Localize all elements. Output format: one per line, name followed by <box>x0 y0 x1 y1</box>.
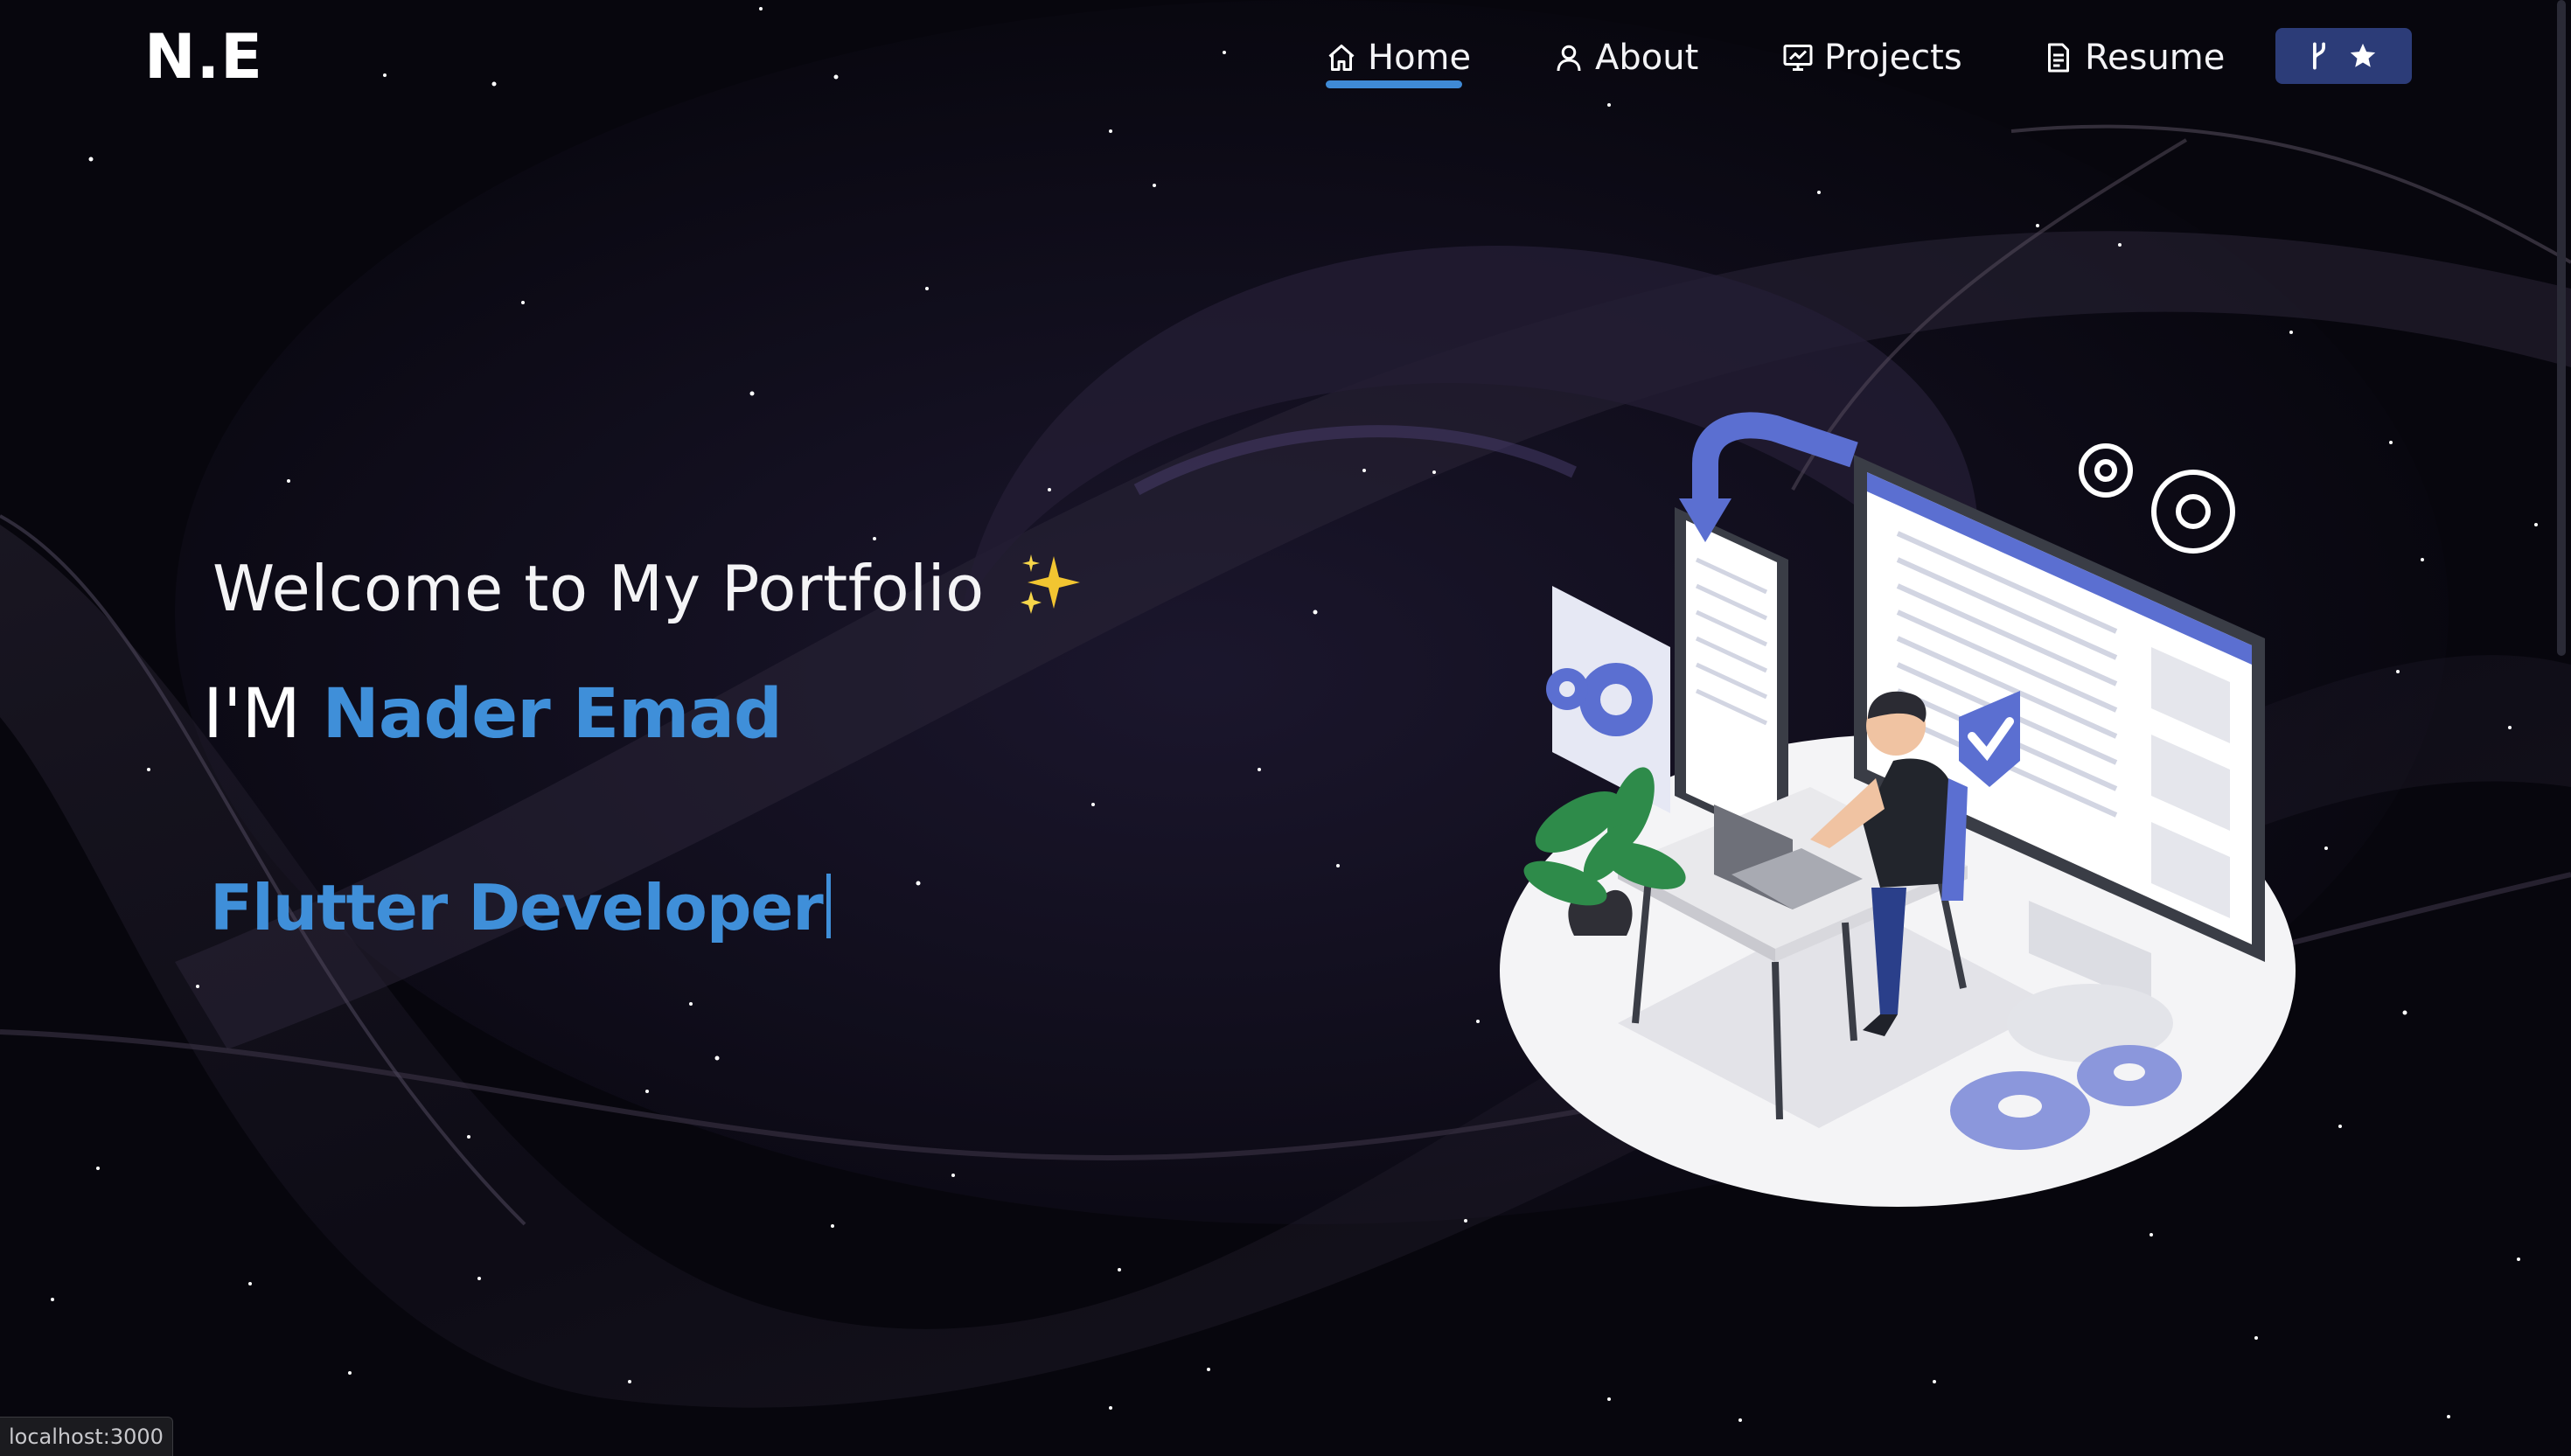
sparkles-icon <box>1021 554 1081 614</box>
nav-home-label: Home <box>1368 38 1472 78</box>
nav-about-label: About <box>1595 38 1699 78</box>
navbar: N.E Home About Projects Resume <box>0 0 2571 122</box>
typewriter-role: Flutter Developer <box>210 871 831 944</box>
star-icon <box>2350 43 2376 67</box>
active-nav-indicator <box>1326 80 1462 88</box>
document-icon <box>2048 43 2069 73</box>
developer-illustration <box>1500 412 2296 1207</box>
role-text: Flutter Developer <box>210 871 824 944</box>
fork-icon <box>2313 42 2325 70</box>
intro-heading: I'M Nader Emad <box>203 675 783 754</box>
page-scrollbar[interactable] <box>2557 0 2566 656</box>
intro-prefix: I'M <box>203 675 301 754</box>
typing-caret <box>826 874 831 938</box>
nav-home[interactable]: Home <box>1326 31 1471 84</box>
nav-projects-label: Projects <box>1824 38 1962 78</box>
nav-about[interactable]: About <box>1553 31 1698 84</box>
nav-projects[interactable]: Projects <box>1782 31 1962 84</box>
welcome-text: Welcome to My Portfolio <box>213 552 985 625</box>
developer-name: Nader Emad <box>322 675 783 754</box>
github-star-button[interactable] <box>2275 28 2412 84</box>
home-icon <box>1328 45 1355 71</box>
welcome-heading: Welcome to My Portfolio <box>213 549 1085 625</box>
nav-resume-label: Resume <box>2085 38 2226 78</box>
user-icon <box>1557 45 1581 72</box>
projects-icon <box>1783 45 1813 71</box>
nav-resume[interactable]: Resume <box>2043 31 2225 84</box>
link-status-bar: localhost:3000 <box>0 1417 173 1456</box>
site-logo[interactable]: N.E <box>144 21 263 93</box>
